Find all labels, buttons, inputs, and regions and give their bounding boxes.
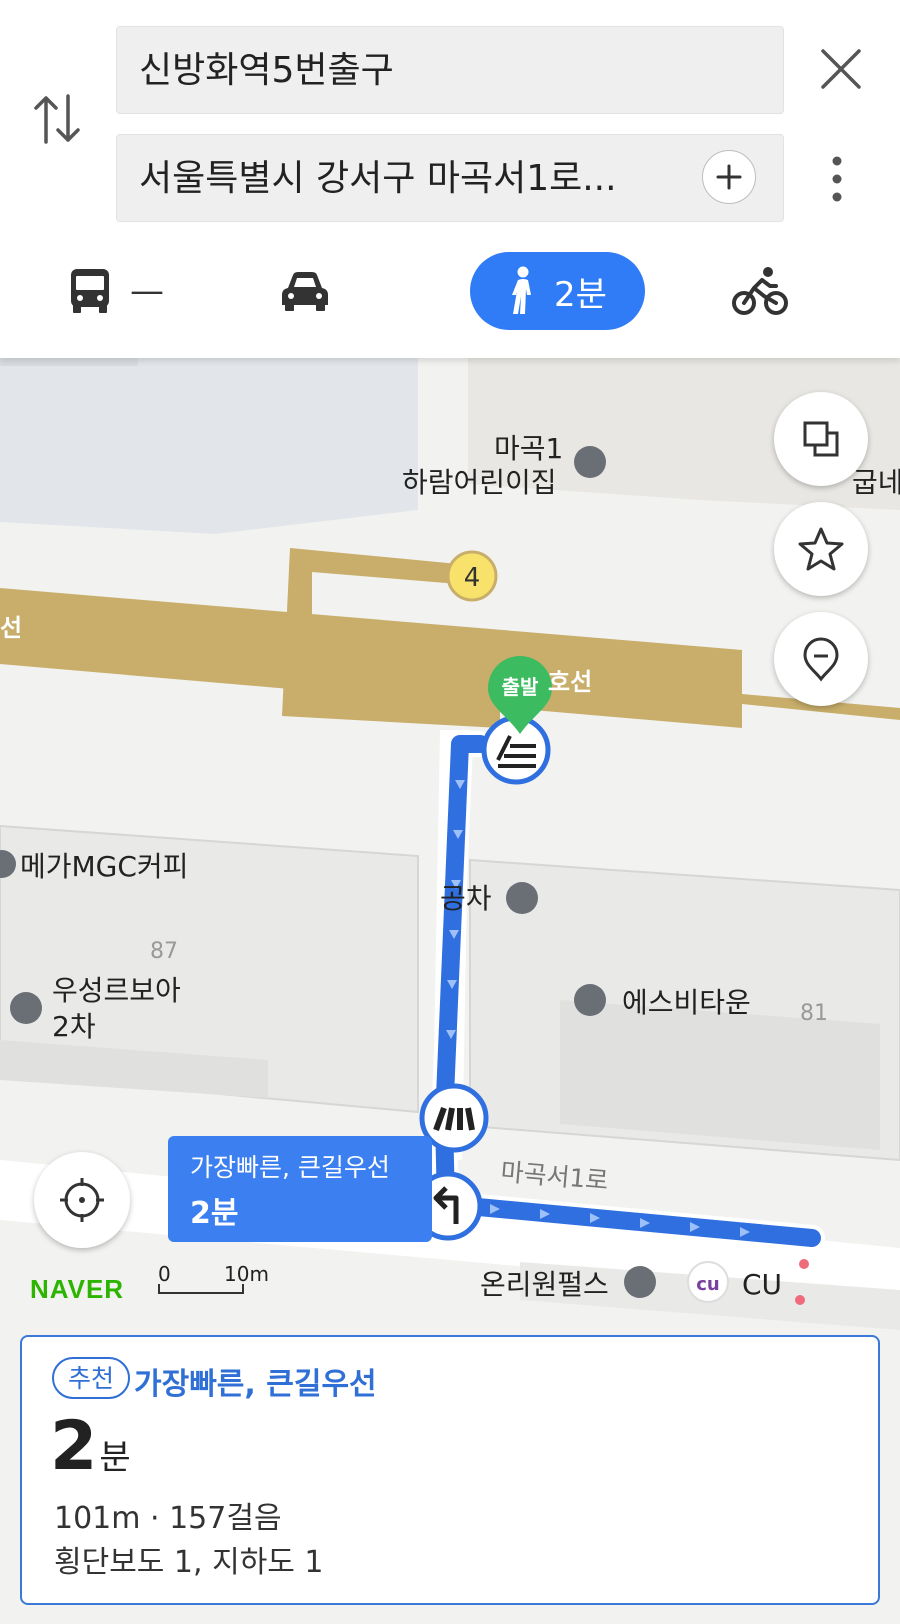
building-number-87: 87 bbox=[150, 939, 178, 964]
daycare-icon bbox=[574, 446, 606, 478]
walk-icon bbox=[512, 266, 532, 314]
start-pin-label: 출발 bbox=[502, 675, 539, 699]
plus-icon bbox=[716, 164, 742, 190]
duration-unit: 분 bbox=[99, 1438, 131, 1478]
poi-daycare-2: 하람어린이집 bbox=[402, 466, 557, 499]
subway-line-label-left: 선 bbox=[0, 614, 22, 642]
poi-daycare-1: 마곡1 bbox=[494, 432, 563, 465]
route-duration: 2분 bbox=[50, 1407, 131, 1486]
car-mode-tab[interactable] bbox=[280, 252, 330, 330]
poi-mega-coffee: 메가MGC커피 bbox=[20, 850, 188, 883]
subway-line-label-right: 호선 bbox=[548, 668, 592, 696]
recommended-badge: 추천 bbox=[52, 1357, 131, 1399]
callout-route-name: 가장빠른, 큰길우선 bbox=[190, 1153, 390, 1182]
route-search-header: 신방화역5번출구 서울특별시 강서구 마곡서1로... — 2분 bbox=[0, 0, 900, 358]
poi-woosung-2: 2차 bbox=[52, 1010, 96, 1043]
poi-only-one-pulse: 온리원펄스 bbox=[480, 1268, 609, 1301]
duration-value: 2 bbox=[50, 1407, 98, 1486]
map-scale: 0 10m bbox=[158, 1262, 269, 1296]
callout-route-time: 2분 bbox=[190, 1196, 239, 1231]
poi-gongcha: 공차 bbox=[440, 882, 492, 915]
bus-icon bbox=[71, 269, 109, 313]
poi-edge-label: 굽네 bbox=[852, 466, 900, 499]
cafe-icon bbox=[506, 882, 538, 914]
scale-bar bbox=[158, 1284, 244, 1294]
poi-sb-town: 에스비타운 bbox=[622, 986, 751, 1019]
naver-logo: NAVER bbox=[30, 1274, 125, 1304]
cu-logo-text: cu bbox=[696, 1274, 719, 1295]
favorite-button[interactable] bbox=[774, 502, 868, 596]
walk-time: 2분 bbox=[554, 274, 607, 315]
swap-icon[interactable] bbox=[34, 92, 80, 150]
location-pin-icon bbox=[803, 637, 839, 682]
route-title: 가장빠른, 큰길우선 bbox=[134, 1367, 377, 1402]
transit-time: — bbox=[130, 271, 164, 311]
building-number-81: 81 bbox=[800, 1001, 828, 1026]
origin-input[interactable]: 신방화역5번출구 bbox=[116, 26, 784, 114]
map-layers-button[interactable] bbox=[774, 392, 868, 486]
close-icon[interactable] bbox=[820, 48, 862, 94]
route-summary-card[interactable]: 추천 가장빠른, 큰길우선 2분 101m · 157걸음 횡단보도 1, 지하… bbox=[20, 1335, 880, 1605]
more-options-icon[interactable] bbox=[830, 156, 844, 206]
current-location-button[interactable] bbox=[34, 1152, 130, 1248]
transit-mode-tab[interactable]: — bbox=[68, 252, 164, 330]
location-pin-button[interactable] bbox=[774, 612, 868, 706]
scale-zero: 0 bbox=[158, 1262, 171, 1286]
route-distance: 101m · 157걸음 bbox=[54, 1501, 282, 1536]
car-icon bbox=[282, 272, 328, 311]
destination-input[interactable]: 서울특별시 강서구 마곡서1로... bbox=[116, 134, 784, 222]
destination-text: 서울특별시 강서구 마곡서1로... bbox=[139, 158, 617, 199]
scale-distance: 10m bbox=[224, 1262, 269, 1286]
poi-cu: CU bbox=[742, 1268, 782, 1301]
add-waypoint-button[interactable] bbox=[702, 150, 756, 204]
walk-mode-tab[interactable]: 2분 bbox=[470, 252, 645, 330]
crosshair-icon bbox=[60, 1178, 104, 1222]
route-callout[interactable]: 가장빠른, 큰길우선 2분 bbox=[168, 1136, 432, 1242]
layers-icon bbox=[803, 421, 839, 457]
subway-number: 4 bbox=[464, 563, 481, 593]
shopping-icon bbox=[574, 984, 606, 1016]
salon-icon bbox=[624, 1266, 656, 1298]
star-icon bbox=[798, 527, 844, 571]
building-icon bbox=[10, 992, 42, 1024]
bike-mode-tab[interactable] bbox=[732, 252, 788, 330]
poi-woosung-1: 우성르보아 bbox=[52, 974, 181, 1007]
bike-icon bbox=[732, 267, 788, 315]
route-crossings: 횡단보도 1, 지하도 1 bbox=[54, 1545, 324, 1580]
